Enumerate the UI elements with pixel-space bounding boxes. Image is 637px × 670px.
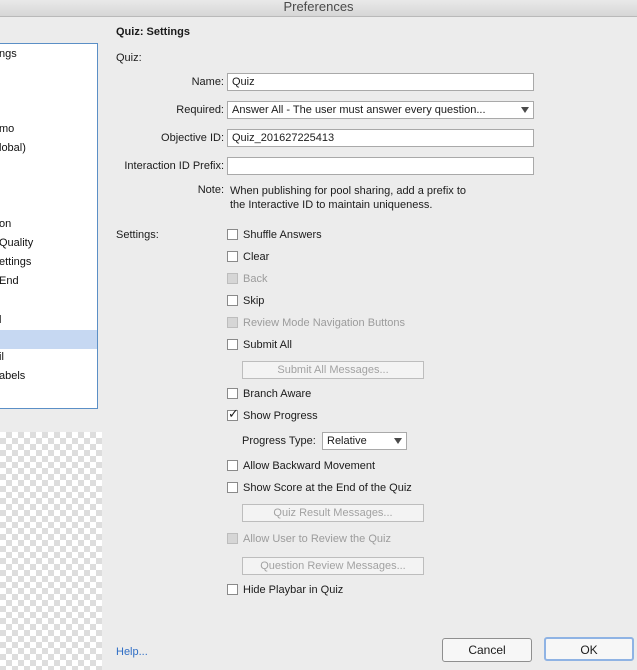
note-label: Note:: [197, 184, 224, 196]
category-item[interactable]: lobal): [0, 139, 97, 158]
checkbox-label: Review Mode Navigation Buttons: [243, 317, 406, 329]
checkbox-box: [227, 273, 238, 284]
chevron-down-icon: [394, 438, 402, 444]
checkbox-label: Hide Playbar in Quiz: [243, 584, 344, 596]
note-line-1: When publishing for pool sharing, add a …: [230, 185, 467, 197]
quiz-result-messages-button: Quiz Result Messages...: [242, 504, 424, 522]
category-item[interactable]: il: [0, 348, 97, 367]
preview-area: [0, 432, 102, 670]
checkbox-box[interactable]: [227, 229, 238, 240]
category-item[interactable]: ettings: [0, 253, 97, 272]
interaction-id-prefix-input[interactable]: [227, 157, 534, 175]
checkbox-box: [227, 317, 238, 328]
checkbox-box[interactable]: [227, 251, 238, 262]
submit-all-messages-button: Submit All Messages...: [242, 361, 424, 379]
name-label: Name:: [191, 76, 224, 88]
category-item[interactable]: abels: [0, 367, 97, 386]
checkmark-icon: ✓: [228, 406, 239, 421]
category-list[interactable]: ngs mo lobal) on Quality ettings End l i…: [0, 43, 98, 409]
settings-label: Settings:: [116, 229, 159, 241]
help-link[interactable]: Help...: [116, 646, 148, 658]
name-input[interactable]: Quiz: [227, 73, 534, 91]
panel-heading: Quiz: Settings: [116, 26, 190, 38]
category-item[interactable]: on: [0, 215, 97, 234]
checkbox-label: Skip: [243, 295, 265, 307]
objective-id-input[interactable]: Quiz_201627225413: [227, 129, 534, 147]
quiz-section-label: Quiz:: [116, 52, 142, 64]
category-item[interactable]: End: [0, 272, 97, 291]
interaction-id-prefix-label: Interaction ID Prefix:: [124, 160, 224, 172]
category-item-selected[interactable]: [0, 330, 97, 349]
required-select[interactable]: Answer All - The user must answer every …: [227, 101, 534, 119]
chevron-down-icon: [521, 107, 529, 113]
progress-type-label: Progress Type:: [242, 435, 316, 447]
checkbox-box[interactable]: [227, 584, 238, 595]
checkbox-label: Shuffle Answers: [243, 229, 322, 241]
required-select-value: Answer All - The user must answer every …: [232, 104, 486, 116]
category-item[interactable]: l: [0, 311, 97, 330]
checkbox-label: Show Progress: [243, 410, 318, 422]
question-review-messages-button: Question Review Messages...: [242, 557, 424, 575]
checkbox-label: Allow User to Review the Quiz: [243, 533, 391, 545]
checkbox-box[interactable]: [227, 460, 238, 471]
checkbox-box[interactable]: [227, 295, 238, 306]
checkbox-box[interactable]: [227, 339, 238, 350]
required-label: Required:: [176, 104, 224, 116]
note-line-2: the Interactive ID to maintain uniquenes…: [230, 199, 433, 211]
note-text: When publishing for pool sharing, add a …: [230, 184, 466, 212]
cancel-button[interactable]: Cancel: [442, 638, 532, 662]
category-item[interactable]: ngs: [0, 45, 97, 64]
window-title: Preferences: [283, 0, 354, 14]
progress-type-select[interactable]: Relative: [322, 432, 407, 450]
checkbox-box[interactable]: ✓: [227, 406, 239, 421]
checkbox-box[interactable]: [227, 482, 238, 493]
checkbox-box[interactable]: [227, 388, 238, 399]
checkbox-label: Allow Backward Movement: [243, 460, 376, 472]
checkbox-box: [227, 533, 238, 544]
checkbox-label: Clear: [243, 251, 270, 263]
checkbox-label: Submit All: [243, 339, 292, 351]
checkbox-label: Back: [243, 273, 268, 285]
ok-button[interactable]: OK: [544, 637, 634, 661]
objective-id-label: Objective ID:: [161, 132, 224, 144]
checkbox-label: Show Score at the End of the Quiz: [243, 482, 412, 494]
category-item[interactable]: mo: [0, 120, 97, 139]
category-item[interactable]: Quality: [0, 234, 97, 253]
title-bar: Preferences: [0, 0, 637, 17]
checkbox-label: Branch Aware: [243, 388, 312, 400]
progress-type-value: Relative: [327, 435, 367, 447]
